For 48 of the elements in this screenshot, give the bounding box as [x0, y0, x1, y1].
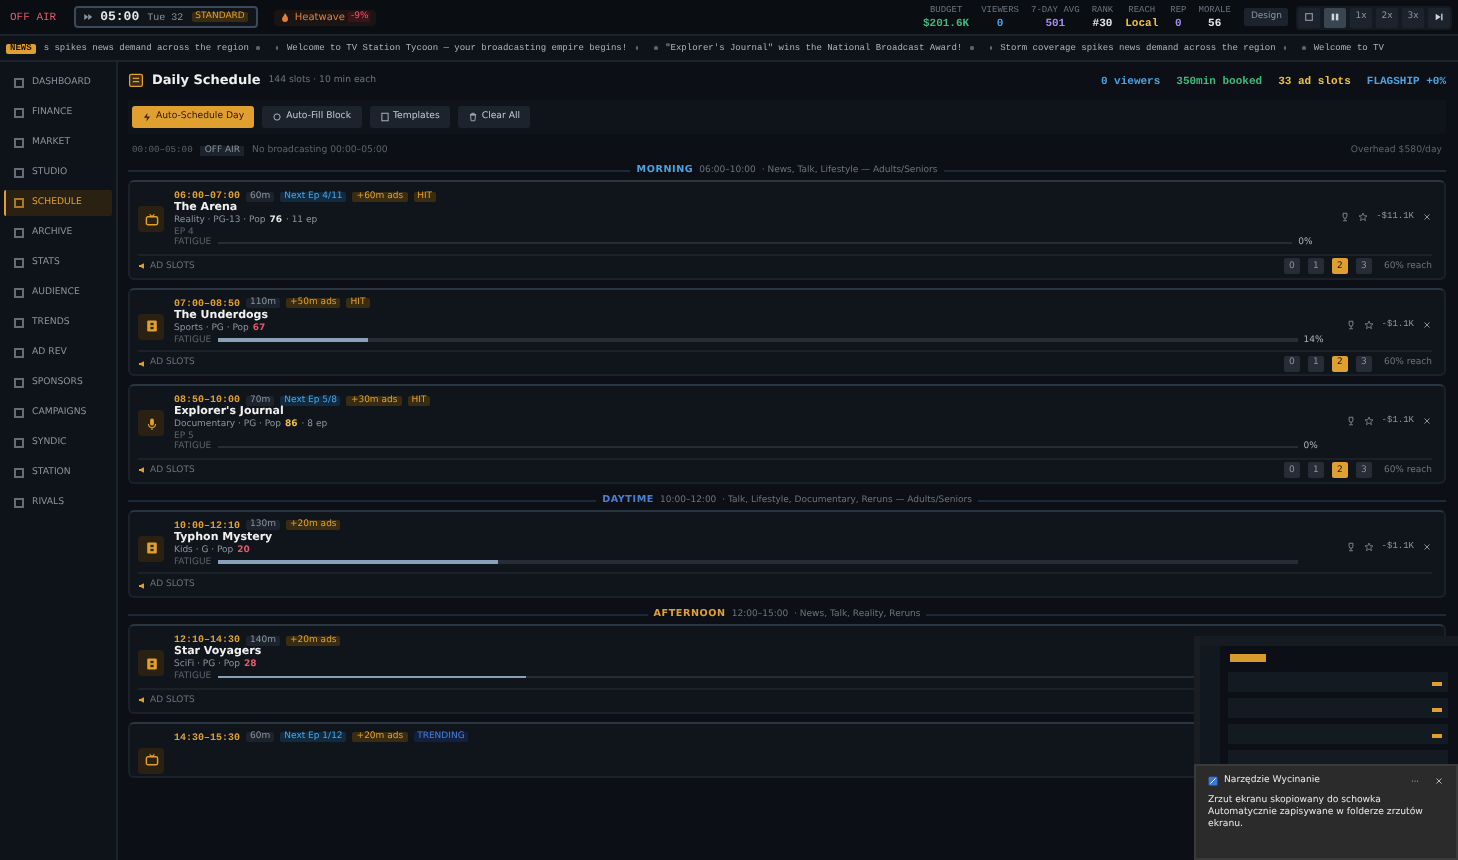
tv-icon	[143, 211, 159, 227]
tv-icon	[143, 752, 159, 768]
snipping-tool-icon	[1208, 776, 1218, 786]
trophy-icon[interactable]	[1345, 319, 1356, 329]
square-icon	[14, 138, 24, 148]
square-icon	[14, 438, 24, 448]
megaphone-icon	[138, 466, 146, 474]
pause-icon	[1330, 12, 1340, 22]
square-icon	[14, 258, 24, 268]
star-icon[interactable]	[1363, 319, 1374, 329]
square-icon	[1304, 12, 1314, 22]
megaphone-icon	[138, 696, 146, 704]
square-icon	[14, 318, 24, 328]
close-icon[interactable]	[1422, 212, 1432, 222]
square-icon	[14, 408, 24, 418]
skip-icon	[1434, 12, 1444, 22]
megaphone-icon	[138, 359, 146, 367]
microphone-icon	[143, 415, 159, 431]
grid-button[interactable]	[1298, 7, 1320, 27]
square-icon	[14, 78, 24, 88]
megaphone-icon	[138, 262, 146, 270]
calendar-icon	[128, 72, 144, 88]
megaphone-icon	[138, 581, 146, 589]
square-icon	[14, 198, 24, 208]
skip-button[interactable]	[1428, 7, 1450, 27]
trophy-icon[interactable]	[1340, 212, 1351, 222]
lightning-icon	[142, 112, 152, 122]
close-icon[interactable]	[1434, 776, 1444, 786]
square-icon	[14, 378, 24, 388]
close-icon[interactable]	[1422, 416, 1432, 426]
trash-icon	[467, 112, 478, 122]
star-icon[interactable]	[1358, 212, 1369, 222]
square-icon	[14, 288, 24, 298]
pause-button[interactable]	[1324, 7, 1346, 27]
square-icon	[14, 498, 24, 508]
square-icon	[14, 348, 24, 358]
circle-icon	[272, 112, 283, 122]
square-icon	[14, 108, 24, 118]
square-icon	[14, 228, 24, 238]
square-icon	[14, 168, 24, 178]
trophy-icon[interactable]	[1345, 416, 1356, 426]
square-icon	[14, 468, 24, 478]
trophy-icon[interactable]	[1345, 541, 1356, 551]
star-icon[interactable]	[1363, 541, 1374, 551]
fast-forward-icon	[84, 14, 93, 20]
close-icon[interactable]	[1422, 319, 1432, 329]
star-icon[interactable]	[1363, 416, 1374, 426]
close-icon[interactable]	[1422, 541, 1432, 551]
